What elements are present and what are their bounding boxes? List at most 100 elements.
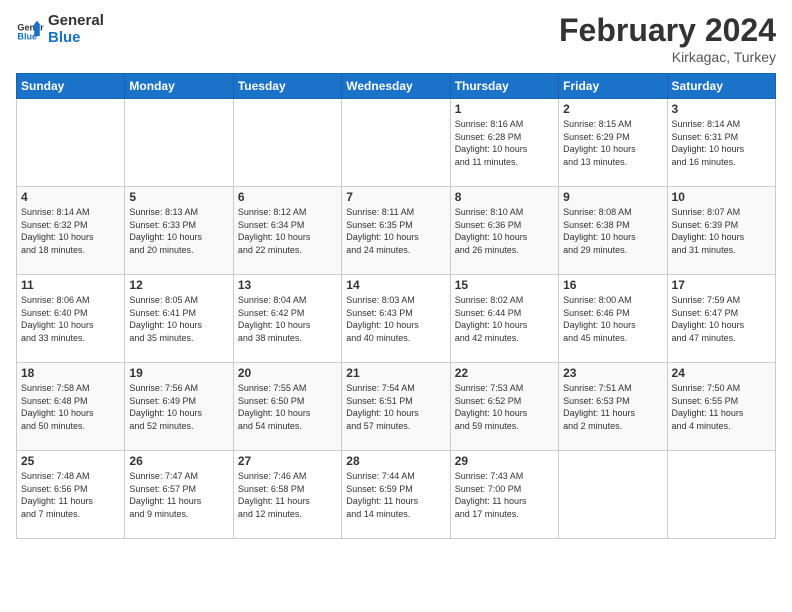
svg-text:Blue: Blue	[17, 32, 37, 42]
day-cell: 3 Sunrise: 8:14 AM Sunset: 6:31 PM Daylig…	[667, 99, 775, 187]
day-number: 3	[672, 102, 771, 116]
week-row-0: 1 Sunrise: 8:16 AM Sunset: 6:28 PM Daylig…	[17, 99, 776, 187]
top-section: General Blue General Blue February 2024 …	[16, 12, 776, 65]
location: Kirkagac, Turkey	[559, 49, 776, 65]
day-number: 12	[129, 278, 228, 292]
day-info: Sunrise: 8:00 AM Sunset: 6:46 PM Dayligh…	[563, 294, 662, 344]
header-day-wednesday: Wednesday	[342, 74, 450, 99]
day-cell	[559, 451, 667, 539]
logo-blue-text: Blue	[48, 29, 104, 46]
day-info: Sunrise: 8:03 AM Sunset: 6:43 PM Dayligh…	[346, 294, 445, 344]
day-number: 9	[563, 190, 662, 204]
day-number: 21	[346, 366, 445, 380]
header-day-sunday: Sunday	[17, 74, 125, 99]
day-cell: 15 Sunrise: 8:02 AM Sunset: 6:44 PM Dayli…	[450, 275, 558, 363]
day-info: Sunrise: 7:54 AM Sunset: 6:51 PM Dayligh…	[346, 382, 445, 432]
day-number: 23	[563, 366, 662, 380]
day-cell: 19 Sunrise: 7:56 AM Sunset: 6:49 PM Dayli…	[125, 363, 233, 451]
day-cell: 27 Sunrise: 7:46 AM Sunset: 6:58 PM Dayli…	[233, 451, 341, 539]
day-cell: 9 Sunrise: 8:08 AM Sunset: 6:38 PM Daylig…	[559, 187, 667, 275]
day-info: Sunrise: 7:48 AM Sunset: 6:56 PM Dayligh…	[21, 470, 120, 520]
day-cell	[342, 99, 450, 187]
day-cell: 13 Sunrise: 8:04 AM Sunset: 6:42 PM Dayli…	[233, 275, 341, 363]
week-row-1: 4Sunrise: 8:14 AM Sunset: 6:32 PM Daylig…	[17, 187, 776, 275]
day-info: Sunrise: 8:15 AM Sunset: 6:29 PM Dayligh…	[563, 118, 662, 168]
day-number: 10	[672, 190, 771, 204]
day-info: Sunrise: 7:55 AM Sunset: 6:50 PM Dayligh…	[238, 382, 337, 432]
day-number: 8	[455, 190, 554, 204]
day-cell: 1 Sunrise: 8:16 AM Sunset: 6:28 PM Daylig…	[450, 99, 558, 187]
day-cell: 7Sunrise: 8:11 AM Sunset: 6:35 PM Daylig…	[342, 187, 450, 275]
day-number: 7	[346, 190, 445, 204]
day-number: 13	[238, 278, 337, 292]
logo-general-text: General	[48, 12, 104, 29]
month-year: February 2024	[559, 12, 776, 49]
day-cell: 8 Sunrise: 8:10 AM Sunset: 6:36 PM Daylig…	[450, 187, 558, 275]
day-cell	[667, 451, 775, 539]
header-row: SundayMondayTuesdayWednesdayThursdayFrid…	[17, 74, 776, 99]
page: General Blue General Blue February 2024 …	[0, 0, 792, 612]
day-number: 28	[346, 454, 445, 468]
day-info: Sunrise: 7:43 AM Sunset: 7:00 PM Dayligh…	[455, 470, 554, 520]
day-info: Sunrise: 7:58 AM Sunset: 6:48 PM Dayligh…	[21, 382, 120, 432]
day-cell: 6Sunrise: 8:12 AM Sunset: 6:34 PM Daylig…	[233, 187, 341, 275]
day-info: Sunrise: 7:59 AM Sunset: 6:47 PM Dayligh…	[672, 294, 771, 344]
day-cell: 29 Sunrise: 7:43 AM Sunset: 7:00 PM Dayli…	[450, 451, 558, 539]
day-info: Sunrise: 8:04 AM Sunset: 6:42 PM Dayligh…	[238, 294, 337, 344]
day-cell: 17 Sunrise: 7:59 AM Sunset: 6:47 PM Dayli…	[667, 275, 775, 363]
day-cell: 20 Sunrise: 7:55 AM Sunset: 6:50 PM Dayli…	[233, 363, 341, 451]
day-number: 14	[346, 278, 445, 292]
day-cell	[125, 99, 233, 187]
day-number: 15	[455, 278, 554, 292]
day-info: Sunrise: 8:16 AM Sunset: 6:28 PM Dayligh…	[455, 118, 554, 168]
day-cell: 21 Sunrise: 7:54 AM Sunset: 6:51 PM Dayli…	[342, 363, 450, 451]
day-cell: 2 Sunrise: 8:15 AM Sunset: 6:29 PM Daylig…	[559, 99, 667, 187]
day-info: Sunrise: 7:44 AM Sunset: 6:59 PM Dayligh…	[346, 470, 445, 520]
day-cell: 4Sunrise: 8:14 AM Sunset: 6:32 PM Daylig…	[17, 187, 125, 275]
day-number: 27	[238, 454, 337, 468]
header-day-friday: Friday	[559, 74, 667, 99]
header-day-thursday: Thursday	[450, 74, 558, 99]
day-cell: 23 Sunrise: 7:51 AM Sunset: 6:53 PM Dayli…	[559, 363, 667, 451]
day-info: Sunrise: 8:12 AM Sunset: 6:34 PM Dayligh…	[238, 206, 337, 256]
day-cell: 12Sunrise: 8:05 AM Sunset: 6:41 PM Dayli…	[125, 275, 233, 363]
day-cell: 16Sunrise: 8:00 AM Sunset: 6:46 PM Dayli…	[559, 275, 667, 363]
day-info: Sunrise: 8:06 AM Sunset: 6:40 PM Dayligh…	[21, 294, 120, 344]
day-cell: 28 Sunrise: 7:44 AM Sunset: 6:59 PM Dayli…	[342, 451, 450, 539]
day-info: Sunrise: 7:56 AM Sunset: 6:49 PM Dayligh…	[129, 382, 228, 432]
calendar-table: SundayMondayTuesdayWednesdayThursdayFrid…	[16, 73, 776, 539]
day-cell: 11Sunrise: 8:06 AM Sunset: 6:40 PM Dayli…	[17, 275, 125, 363]
logo-icon: General Blue	[16, 15, 44, 43]
week-row-4: 25 Sunrise: 7:48 AM Sunset: 6:56 PM Dayli…	[17, 451, 776, 539]
day-number: 24	[672, 366, 771, 380]
day-number: 5	[129, 190, 228, 204]
day-cell: 14 Sunrise: 8:03 AM Sunset: 6:43 PM Dayli…	[342, 275, 450, 363]
day-number: 29	[455, 454, 554, 468]
day-number: 25	[21, 454, 120, 468]
day-number: 1	[455, 102, 554, 116]
day-cell: 22Sunrise: 7:53 AM Sunset: 6:52 PM Dayli…	[450, 363, 558, 451]
day-number: 20	[238, 366, 337, 380]
day-cell	[233, 99, 341, 187]
day-number: 19	[129, 366, 228, 380]
day-number: 18	[21, 366, 120, 380]
day-cell: 26Sunrise: 7:47 AM Sunset: 6:57 PM Dayli…	[125, 451, 233, 539]
day-info: Sunrise: 8:13 AM Sunset: 6:33 PM Dayligh…	[129, 206, 228, 256]
day-number: 26	[129, 454, 228, 468]
day-info: Sunrise: 8:02 AM Sunset: 6:44 PM Dayligh…	[455, 294, 554, 344]
day-info: Sunrise: 7:46 AM Sunset: 6:58 PM Dayligh…	[238, 470, 337, 520]
day-info: Sunrise: 7:50 AM Sunset: 6:55 PM Dayligh…	[672, 382, 771, 432]
logo: General Blue General Blue	[16, 12, 104, 47]
day-cell: 10 Sunrise: 8:07 AM Sunset: 6:39 PM Dayli…	[667, 187, 775, 275]
day-info: Sunrise: 8:14 AM Sunset: 6:31 PM Dayligh…	[672, 118, 771, 168]
day-info: Sunrise: 7:53 AM Sunset: 6:52 PM Dayligh…	[455, 382, 554, 432]
day-number: 2	[563, 102, 662, 116]
week-row-3: 18 Sunrise: 7:58 AM Sunset: 6:48 PM Dayli…	[17, 363, 776, 451]
day-info: Sunrise: 8:10 AM Sunset: 6:36 PM Dayligh…	[455, 206, 554, 256]
day-number: 4	[21, 190, 120, 204]
day-info: Sunrise: 7:51 AM Sunset: 6:53 PM Dayligh…	[563, 382, 662, 432]
day-info: Sunrise: 8:08 AM Sunset: 6:38 PM Dayligh…	[563, 206, 662, 256]
day-cell: 24 Sunrise: 7:50 AM Sunset: 6:55 PM Dayli…	[667, 363, 775, 451]
day-info: Sunrise: 8:07 AM Sunset: 6:39 PM Dayligh…	[672, 206, 771, 256]
day-number: 17	[672, 278, 771, 292]
